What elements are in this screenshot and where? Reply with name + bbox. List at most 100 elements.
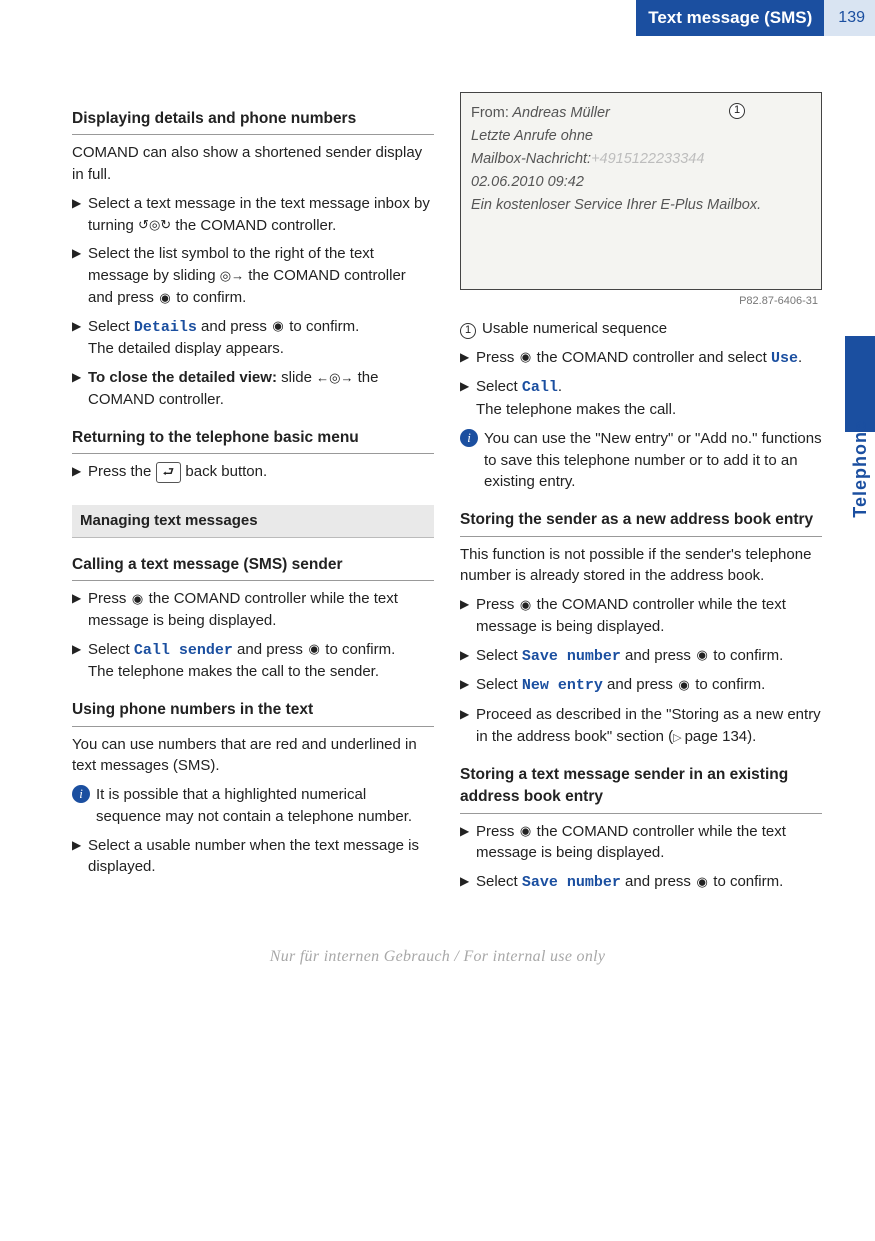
step-marker-icon: ▶ [72,316,88,361]
step-text: and press [603,676,677,693]
step-text: Press the [88,463,156,480]
step: ▶ Press ◉ the COMAND controller while th… [72,588,434,632]
press-icon: ◉ [695,646,709,665]
step-text: and press [233,641,307,658]
step-text: slide [277,369,316,386]
step: ▶ Select Save number and press ◉ to conf… [460,645,822,668]
section-bar: Managing text messages [72,505,434,538]
heading-use-numbers: Using phone numbers in the text [72,699,434,726]
section-title: Text message (SMS) [636,0,824,36]
press-icon: ◉ [158,289,172,308]
slide-right-icon: ◎→ [220,267,244,286]
step-text: to confirm. [321,641,395,658]
step-marker-icon: ▶ [72,243,88,308]
back-button-icon: ⮐ [156,462,182,483]
step-text: the COMAND controller. [171,217,336,234]
info-note: i You can use the "New entry" or "Add no… [460,428,822,493]
ui-term: Details [134,319,197,336]
press-icon: ◉ [271,317,285,336]
info-note: i It is possible that a highlighted nume… [72,784,434,828]
step-text: to confirm. [709,873,783,890]
step-marker-icon: ▶ [460,871,476,894]
step-marker-icon: ▶ [460,376,476,421]
step-marker-icon: ▶ [72,367,88,411]
ui-term: Call sender [134,642,233,659]
fig-line: 02.06.2010 09:42 [471,172,811,193]
step-result: The telephone makes the call to the send… [88,661,434,683]
step: ▶ Select Save number and press ◉ to conf… [460,871,822,894]
info-icon: i [72,785,90,803]
step-text: Press [476,823,519,840]
step-text: to confirm. [172,289,246,306]
step: ▶ Select Details and press ◉ to confirm.… [72,316,434,361]
step-text: Select [476,676,522,693]
left-column: Displaying details and phone numbers COM… [72,92,434,901]
step-text: and press [197,318,271,335]
callout-text: Usable numerical sequence [482,320,667,337]
step-text: to confirm. [285,318,359,335]
footer-watermark: Nur für internen Gebrauch / For internal… [0,921,875,982]
step-text: and press [621,873,695,890]
press-icon: ◉ [519,596,533,615]
side-tab-highlight [845,336,875,432]
callout-legend: 1 Usable numerical sequence [460,318,822,340]
page-number: 139 [824,0,875,36]
body-text: You can use numbers that are red and und… [72,734,434,778]
step-text: to confirm. [709,647,783,664]
press-icon: ◉ [677,676,691,695]
ui-term: New entry [522,677,603,694]
heading-store-existing: Storing a text message sender in an exis… [460,764,822,814]
step-text: page 134). [685,728,757,745]
step-text: Press [476,596,519,613]
press-icon: ◉ [307,640,321,659]
step-result: The telephone makes the call. [476,399,822,421]
xref-icon [673,728,684,745]
step: ▶ Select Call sender and press ◉ to conf… [72,639,434,684]
step-text: . [798,349,802,366]
step: ▶ Press the ⮐ back button. [72,461,434,483]
step: ▶ Select the list symbol to the right of… [72,243,434,308]
step-text: Select [476,873,522,890]
side-tab-label: Telephone [847,420,869,518]
page-header: Text message (SMS) 139 [0,0,875,36]
body-text: COMAND can also show a shortened sender … [72,142,434,186]
step-text: to confirm. [691,676,765,693]
page-content: Displaying details and phone numbers COM… [0,36,875,921]
step: ▶ Select New entry and press ◉ to confir… [460,674,822,697]
turn-icon: ↺◎↻ [138,216,171,235]
heading-store-new: Storing the sender as a new address book… [460,509,822,536]
info-text: You can use the "New entry" or "Add no."… [484,428,822,493]
fig-line: Letzte Anrufe ohne [471,126,811,147]
step-marker-icon: ▶ [460,821,476,865]
fig-from-value: Andreas Müller [512,105,610,121]
step-result: The detailed display appears. [88,338,434,360]
callout-badge: 1 [460,323,476,339]
step-marker-icon: ▶ [72,835,88,879]
step-text: . [558,378,562,395]
step-marker-icon: ▶ [460,674,476,697]
slide-both-icon: ←◎→ [316,369,353,388]
heading-return-basic: Returning to the telephone basic menu [72,427,434,454]
step-marker-icon: ▶ [72,639,88,684]
step-marker-icon: ▶ [460,594,476,638]
step-marker-icon: ▶ [460,645,476,668]
step-marker-icon: ▶ [460,347,476,370]
fig-line: Mailbox-Nachricht: [471,151,591,167]
step-text-bold: To close the detailed view: [88,369,277,386]
step-marker-icon: ▶ [72,588,88,632]
step-text: Select [88,641,134,658]
step: ▶ To close the detailed view: slide ←◎→ … [72,367,434,411]
press-icon: ◉ [519,348,533,367]
step-text: Press [88,590,131,607]
info-icon: i [460,429,478,447]
step-marker-icon: ▶ [460,704,476,748]
right-column: From: Andreas Müller Letzte Anrufe ohne … [460,92,822,901]
step-marker-icon: ▶ [72,193,88,237]
ui-term: Save number [522,874,621,891]
fig-line-faded: +4915122233344 [591,151,704,167]
heading-call-sender: Calling a text message (SMS) sender [72,554,434,581]
step-text: back button. [181,463,267,480]
info-text: It is possible that a highlighted numeri… [96,784,434,828]
step-marker-icon: ▶ [72,461,88,483]
body-text: This function is not possible if the sen… [460,544,822,588]
